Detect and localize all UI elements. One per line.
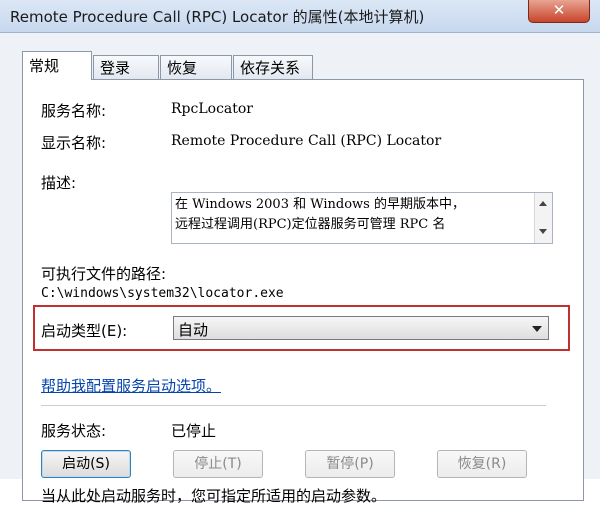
- help-configure-link[interactable]: 帮助我配置服务启动选项。: [41, 375, 221, 396]
- divider: [41, 405, 546, 406]
- scroll-up-icon[interactable]: [539, 201, 547, 206]
- description-label: 描述:: [41, 174, 77, 192]
- title-bar: Remote Procedure Call (RPC) Locator 的属性(…: [0, 0, 600, 33]
- startup-type-label: 启动类型(E):: [41, 322, 128, 340]
- exe-path-value: C:\windows\system32\locator.exe: [41, 286, 284, 301]
- chevron-down-icon: [532, 326, 542, 332]
- startup-type-value: 自动: [178, 321, 209, 339]
- description-line-2: 远程过程调用(RPC)定位器服务可管理 RPC 名: [175, 217, 446, 232]
- scroll-down-icon[interactable]: [539, 229, 547, 234]
- dialog-body: 常规 登录 恢复 依存关系 服务名称: RpcLocator 显示名称: Rem…: [0, 33, 600, 505]
- stop-button[interactable]: 停止(T): [173, 450, 263, 478]
- description-text: 在 Windows 2003 和 Windows 的早期版本中， 远程过程调用(…: [175, 195, 525, 235]
- exe-path-label: 可执行文件的路径:: [41, 265, 167, 283]
- display-name-label: 显示名称:: [41, 134, 107, 152]
- service-status-value: 已停止: [171, 422, 217, 440]
- window-title: Remote Procedure Call (RPC) Locator 的属性(…: [10, 8, 425, 26]
- description-box[interactable]: 在 Windows 2003 和 Windows 的早期版本中， 远程过程调用(…: [171, 192, 553, 244]
- service-name-label: 服务名称:: [41, 102, 107, 120]
- close-icon: ✕: [552, 1, 566, 19]
- service-status-label: 服务状态:: [41, 422, 107, 440]
- start-button[interactable]: 启动(S): [41, 450, 131, 478]
- display-name-value: Remote Procedure Call (RPC) Locator: [171, 133, 442, 149]
- pause-button[interactable]: 暂停(P): [305, 450, 395, 478]
- startup-parameters-hint: 当从此处启动服务时，您可指定所适用的启动参数。: [41, 487, 387, 505]
- startup-type-select[interactable]: 自动: [173, 316, 549, 340]
- resume-button[interactable]: 恢复(R): [437, 450, 527, 478]
- service-name-value: RpcLocator: [171, 101, 254, 117]
- tab-dependencies[interactable]: 依存关系: [233, 55, 313, 79]
- tab-general[interactable]: 常规: [22, 51, 92, 80]
- close-button[interactable]: ✕: [528, 0, 590, 23]
- general-panel: 服务名称: RpcLocator 显示名称: Remote Procedure …: [22, 79, 584, 505]
- description-scrollbar[interactable]: [534, 193, 552, 243]
- description-line-1: 在 Windows 2003 和 Windows 的早期版本中，: [175, 197, 465, 212]
- tab-recovery[interactable]: 恢复: [160, 55, 232, 79]
- tab-logon[interactable]: 登录: [93, 55, 159, 79]
